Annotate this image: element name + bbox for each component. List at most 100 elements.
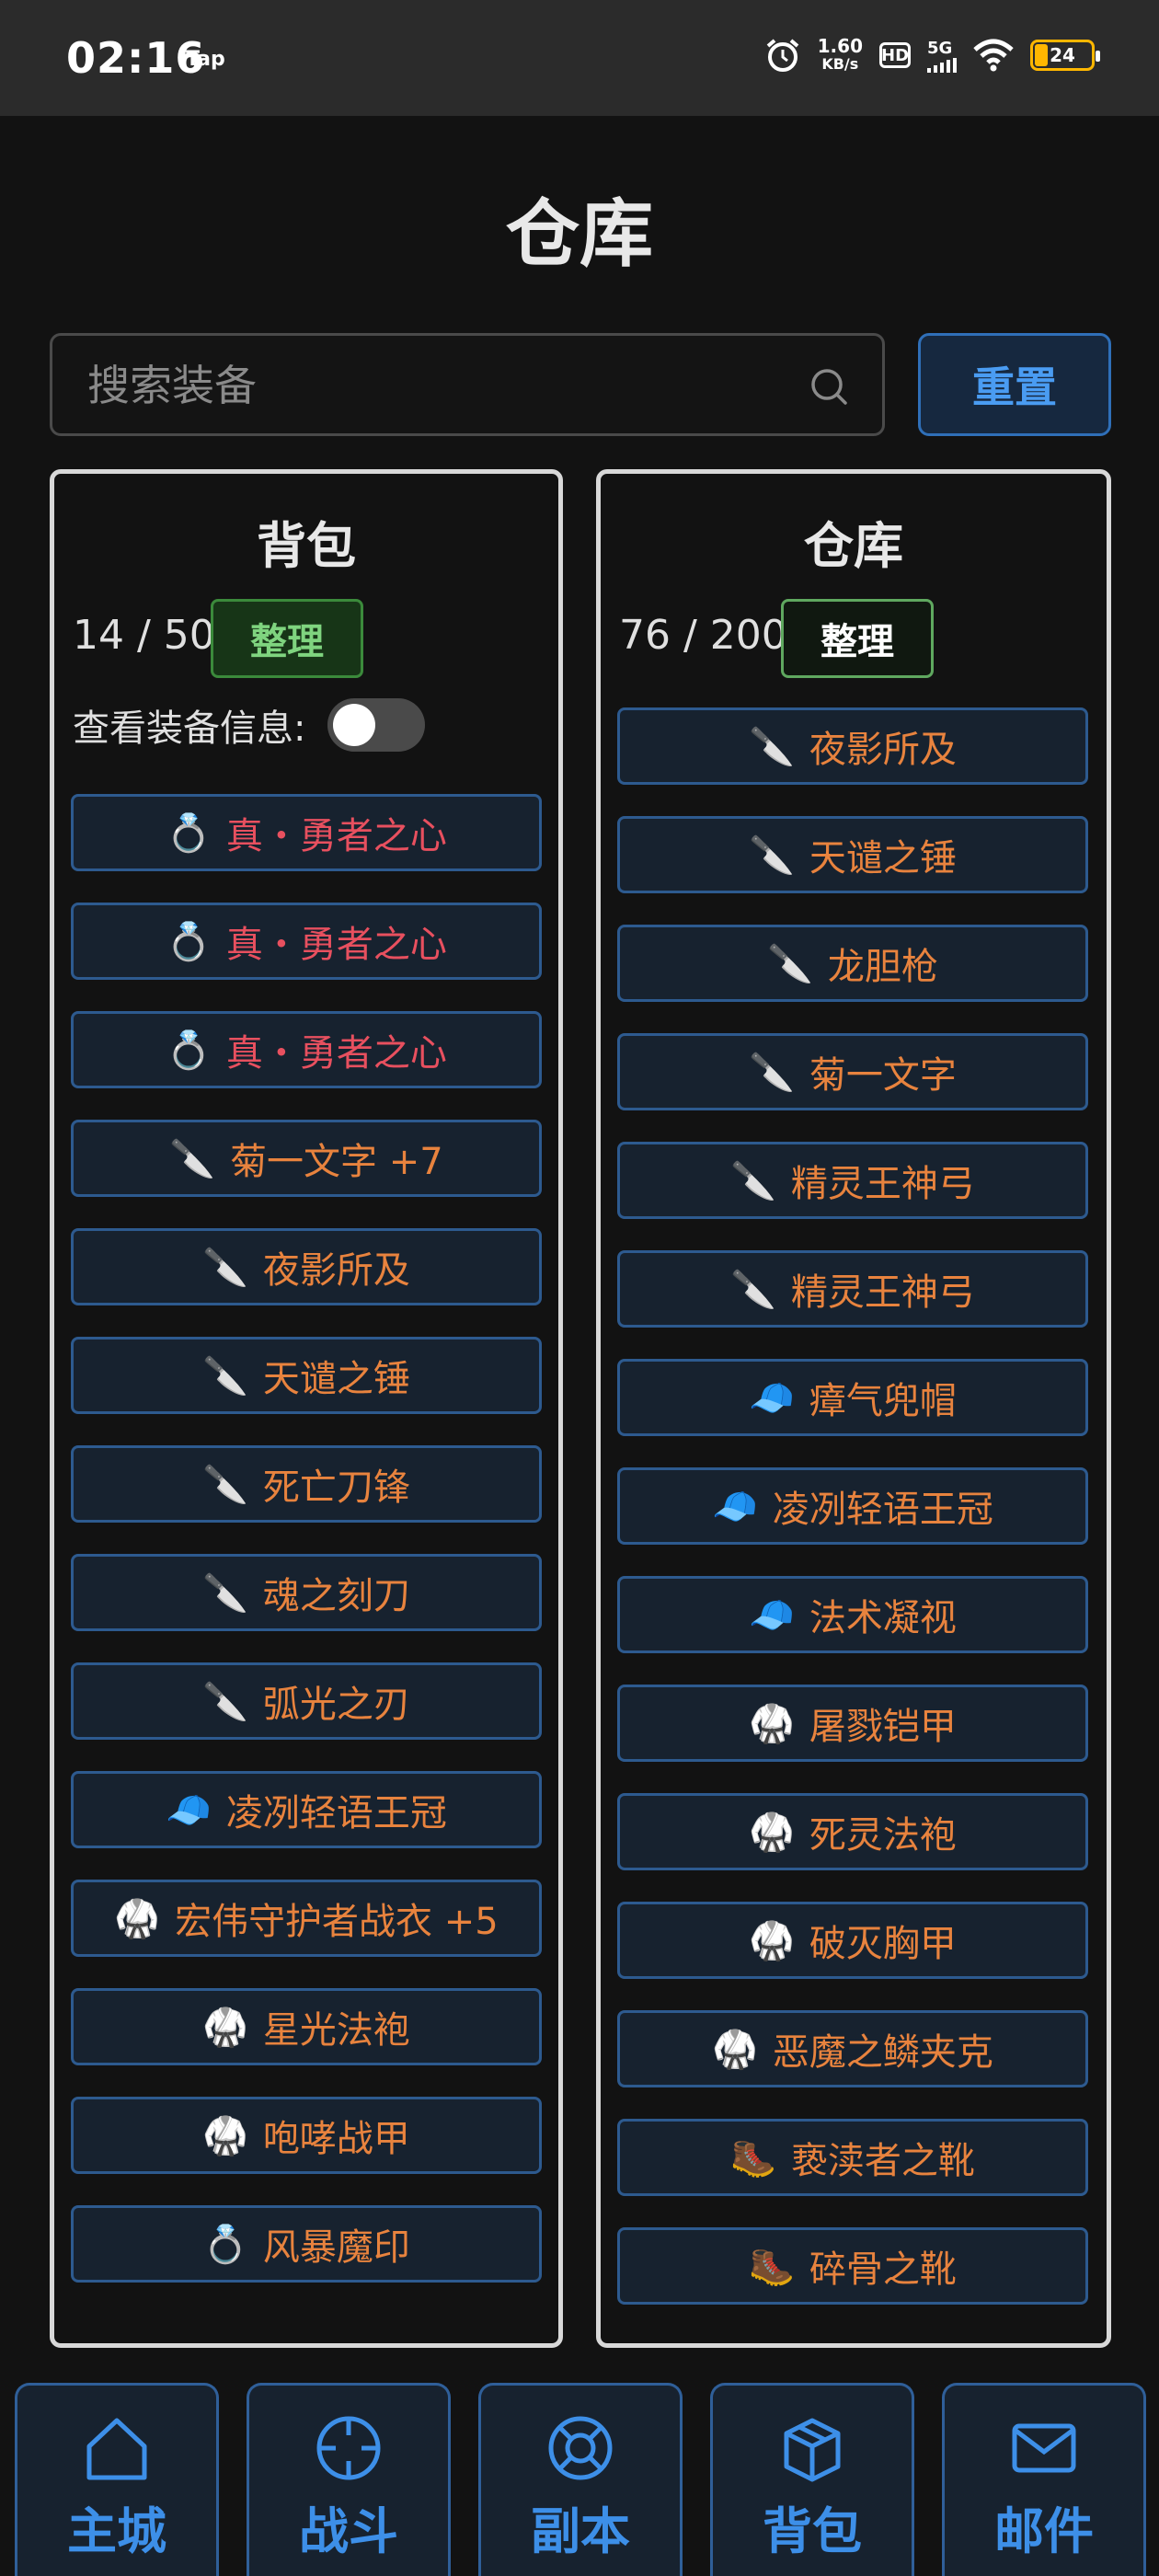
equipment-item[interactable]: 🥋 破灭胸甲 <box>617 1902 1088 1979</box>
equipment-type-icon: 🥋 <box>749 1811 795 1854</box>
nav-mail-label: 邮件 <box>994 2502 1094 2560</box>
equipment-type-icon: 💍 <box>202 2223 248 2266</box>
equipment-name: 屠戮铠甲 <box>809 1706 957 1748</box>
home-icon <box>86 2418 147 2480</box>
equipment-type-icon: 🔪 <box>749 1051 795 1094</box>
equipment-name: 宏伟守护者战衣 +5 <box>175 1901 499 1943</box>
equipment-name: 夜影所及 <box>809 729 957 771</box>
equipment-info-label: 查看装备信息: <box>73 707 306 750</box>
equipment-name: 风暴魔印 <box>262 2226 410 2269</box>
equipment-name: 真・勇者之心 <box>225 924 447 966</box>
backpack-sort-button[interactable]: 整理 <box>211 599 363 678</box>
equipment-item[interactable]: 🔪 天谴之锤 <box>617 816 1088 893</box>
equipment-item[interactable]: 💍 真・勇者之心 <box>71 1011 542 1088</box>
equipment-type-icon: 🥋 <box>712 2028 758 2071</box>
network-speed: 1.60 KB/s <box>817 35 863 73</box>
equipment-item[interactable]: 🔪 精灵王神弓 <box>617 1250 1088 1328</box>
equipment-type-icon: 🔪 <box>202 1246 248 1289</box>
status-icons: 1.60 KB/s HD 5G 24 <box>764 35 1100 74</box>
equipment-name: 精灵王神弓 <box>790 1163 975 1205</box>
equipment-item[interactable]: 🥋 宏伟守护者战衣 +5 <box>71 1880 542 1957</box>
equipment-type-icon: 🔪 <box>202 1354 248 1397</box>
equipment-item[interactable]: 🔪 天谴之锤 <box>71 1337 542 1414</box>
equipment-item[interactable]: 🧢 凌冽轻语王冠 <box>71 1771 542 1848</box>
equipment-name: 恶魔之鳞夹克 <box>772 2031 993 2074</box>
backpack-count: 14 / 50 <box>73 612 215 659</box>
nav-dungeon-label: 副本 <box>531 2502 630 2560</box>
nav-backpack-button[interactable]: 背包 <box>710 2383 914 2576</box>
equipment-item[interactable]: 🥾 碎骨之靴 <box>617 2227 1088 2305</box>
equipment-item[interactable]: 🔪 夜影所及 <box>71 1228 542 1305</box>
equipment-type-icon: 🥾 <box>749 2245 795 2288</box>
equipment-type-icon: 🥋 <box>114 1897 161 1940</box>
equipment-name: 死亡刀锋 <box>262 1466 410 1509</box>
equipment-item[interactable]: 🔪 魂之刻刀 <box>71 1554 542 1631</box>
mail-icon <box>1012 2423 1076 2473</box>
equipment-name: 咆哮战甲 <box>262 2118 410 2160</box>
equipment-type-icon: 🥋 <box>749 1919 795 1962</box>
equipment-item[interactable]: 🔪 夜影所及 <box>617 707 1088 785</box>
equipment-name: 法术凝视 <box>809 1597 957 1639</box>
bottom-nav: 主城 战斗 副本 背包 邮件 <box>0 2383 1159 2576</box>
equipment-item[interactable]: 🥋 屠戮铠甲 <box>617 1685 1088 1762</box>
search-field[interactable] <box>50 333 885 436</box>
reset-button[interactable]: 重置 <box>918 333 1111 436</box>
equipment-name: 死灵法袍 <box>809 1814 957 1857</box>
equipment-type-icon: 🔪 <box>749 725 795 768</box>
backpack-list: 💍 真・勇者之心 💍 真・勇者之心 💍 真・勇者之心 🔪 菊一文字 +7 🔪 夜影所及 🔪 天谴之锤 🔪… <box>71 794 542 2314</box>
warehouse-panel: 仓库 76 / 200 整理 🔪 夜影所及 🔪 天谴之锤 🔪 龙胆枪 🔪 菊一文字 🔪 精灵王神弓… <box>596 469 1111 2348</box>
equipment-item[interactable]: 🥋 咆哮战甲 <box>71 2097 542 2174</box>
equipment-type-icon: 🔪 <box>749 834 795 877</box>
equipment-item[interactable]: 🔪 菊一文字 +7 <box>71 1120 542 1197</box>
crosshair-icon <box>316 2416 381 2480</box>
equipment-item[interactable]: 🥋 星光法袍 <box>71 1988 542 2065</box>
equipment-name: 碎骨之靴 <box>809 2248 957 2291</box>
search-icon[interactable] <box>809 366 849 407</box>
equipment-type-icon: 🧢 <box>749 1593 795 1637</box>
signal-icon: 5G <box>927 39 957 73</box>
search-input[interactable] <box>86 336 807 435</box>
package-icon <box>784 2418 841 2482</box>
equipment-type-icon: 🔪 <box>202 1571 248 1615</box>
equipment-item[interactable]: 💍 真・勇者之心 <box>71 794 542 871</box>
equipment-type-icon: 🥾 <box>730 2136 776 2179</box>
equipment-type-icon: 🔪 <box>767 942 813 985</box>
status-tap-label: Tap <box>186 48 225 71</box>
backpack-title: 背包 <box>257 517 356 575</box>
nav-battle-button[interactable]: 战斗 <box>247 2383 451 2576</box>
equipment-name: 凌冽轻语王冠 <box>772 1489 993 1531</box>
warehouse-title: 仓库 <box>804 517 903 575</box>
nav-home-label: 主城 <box>67 2502 166 2560</box>
nav-dungeon-button[interactable]: 副本 <box>478 2383 683 2576</box>
equipment-name: 龙胆枪 <box>827 946 938 988</box>
equipment-item[interactable]: 🔪 菊一文字 <box>617 1033 1088 1110</box>
lifebuoy-icon <box>548 2416 613 2480</box>
equipment-item[interactable]: 🥋 恶魔之鳞夹克 <box>617 2010 1088 2087</box>
nav-home-button[interactable]: 主城 <box>15 2383 219 2576</box>
equipment-name: 弧光之刃 <box>262 1684 410 1726</box>
equipment-item[interactable]: 🔪 龙胆枪 <box>617 925 1088 1002</box>
equipment-item[interactable]: 💍 真・勇者之心 <box>71 903 542 980</box>
nav-mail-button[interactable]: 邮件 <box>942 2383 1146 2576</box>
equipment-item[interactable]: 🧢 瘴气兜帽 <box>617 1359 1088 1436</box>
warehouse-list: 🔪 夜影所及 🔪 天谴之锤 🔪 龙胆枪 🔪 菊一文字 🔪 精灵王神弓 🔪 精灵王神弓 🧢 瘴气兜帽 🧢 凌冽轻… <box>617 707 1088 2336</box>
equipment-item[interactable]: 🧢 凌冽轻语王冠 <box>617 1467 1088 1545</box>
equipment-item[interactable]: 🥾 亵渎者之靴 <box>617 2119 1088 2196</box>
equipment-type-icon: 🥋 <box>749 1702 795 1745</box>
equipment-name: 瘴气兜帽 <box>809 1380 957 1422</box>
equipment-item[interactable]: 🧢 法术凝视 <box>617 1576 1088 1653</box>
equipment-item[interactable]: 💍 风暴魔印 <box>71 2205 542 2283</box>
equipment-info-toggle[interactable] <box>327 698 426 752</box>
equipment-item[interactable]: 🔪 弧光之刃 <box>71 1662 542 1740</box>
status-time: 02:16 <box>66 33 206 83</box>
equipment-type-icon: 💍 <box>166 1029 212 1072</box>
equipment-type-icon: 🥋 <box>202 2006 248 2049</box>
toggle-knob <box>333 704 376 746</box>
warehouse-sort-button[interactable]: 整理 <box>781 599 934 678</box>
equipment-type-icon: 🔪 <box>202 1463 248 1506</box>
equipment-item[interactable]: 🔪 死亡刀锋 <box>71 1445 542 1523</box>
equipment-item[interactable]: 🔪 精灵王神弓 <box>617 1142 1088 1219</box>
equipment-item[interactable]: 🥋 死灵法袍 <box>617 1793 1088 1870</box>
equipment-type-icon: 🧢 <box>712 1485 758 1528</box>
status-bar: 02:16 Tap 1.60 KB/s HD 5G 24 <box>0 0 1159 116</box>
